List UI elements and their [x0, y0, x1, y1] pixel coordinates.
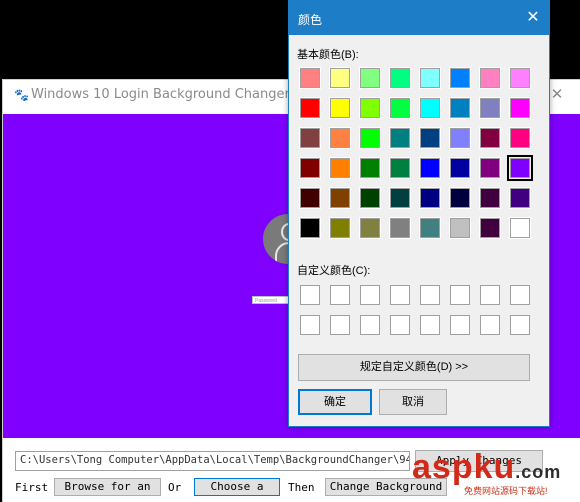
browse-image-button[interactable]: Browse for an [54, 478, 161, 496]
custom-color-swatch[interactable] [420, 285, 440, 305]
color-swatch[interactable] [449, 217, 471, 239]
color-swatch[interactable] [389, 127, 411, 149]
color-swatch[interactable] [389, 67, 411, 89]
custom-color-swatch[interactable] [420, 315, 440, 335]
color-swatch[interactable] [329, 97, 351, 119]
custom-color-swatch[interactable] [300, 285, 320, 305]
app-title: Windows 10 Login Background Changer [31, 87, 290, 102]
close-icon[interactable]: ✕ [523, 8, 543, 28]
color-swatch[interactable] [299, 217, 321, 239]
color-swatch[interactable] [359, 187, 381, 209]
color-swatch[interactable] [419, 97, 441, 119]
or-label: Or [168, 481, 182, 494]
color-swatch[interactable] [479, 97, 501, 119]
basic-colors-label: 基本颜色(B): [297, 49, 359, 61]
color-swatch[interactable] [359, 127, 381, 149]
color-swatch[interactable] [299, 127, 321, 149]
color-swatch[interactable] [449, 67, 471, 89]
color-swatch[interactable] [389, 217, 411, 239]
first-label: First [15, 481, 49, 494]
color-swatch[interactable] [389, 157, 411, 179]
custom-color-swatch[interactable] [450, 315, 470, 335]
color-swatch[interactable] [419, 217, 441, 239]
color-swatch[interactable] [359, 157, 381, 179]
color-swatch[interactable] [299, 157, 321, 179]
image-path-field[interactable]: C:\Users\Tong Computer\AppData\Local\Tem… [15, 451, 410, 471]
color-swatch[interactable] [509, 67, 531, 89]
password-preview: Password [252, 296, 292, 304]
dialog-title: 颜色 [298, 13, 323, 27]
custom-color-swatch[interactable] [360, 315, 380, 335]
custom-color-swatch[interactable] [510, 285, 530, 305]
watermark-brand-text: aspku [412, 448, 516, 486]
cancel-button[interactable]: 取消 [379, 389, 447, 415]
custom-color-swatch[interactable] [450, 285, 470, 305]
color-swatch[interactable] [449, 97, 471, 119]
define-custom-colors-button[interactable]: 规定自定义颜色(D) >> [298, 354, 530, 381]
color-swatch[interactable] [329, 187, 351, 209]
color-swatch[interactable] [359, 97, 381, 119]
color-swatch[interactable] [509, 97, 531, 119]
dialog-titlebar: 颜色 ✕ [289, 1, 549, 35]
color-swatch[interactable] [359, 67, 381, 89]
paw-icon: 🐾 [14, 88, 29, 102]
site-watermark: aspku.com 免费网站源码下载站! [412, 448, 578, 498]
custom-color-swatch[interactable] [390, 315, 410, 335]
color-swatch[interactable] [299, 97, 321, 119]
custom-color-swatch[interactable] [330, 285, 350, 305]
custom-colors-label: 自定义颜色(C): [297, 265, 371, 277]
custom-color-swatch[interactable] [360, 285, 380, 305]
color-swatch[interactable] [359, 217, 381, 239]
color-swatch[interactable] [509, 187, 531, 209]
color-swatch[interactable] [299, 187, 321, 209]
color-dialog: 颜色 ✕ 基本颜色(B): 自定义颜色(C): 规定自定义颜色(D) >> 确定… [288, 0, 550, 427]
color-swatch[interactable] [389, 97, 411, 119]
color-swatch[interactable] [449, 187, 471, 209]
color-swatch[interactable] [329, 217, 351, 239]
color-swatch[interactable] [479, 187, 501, 209]
custom-color-swatch[interactable] [510, 315, 530, 335]
color-swatch[interactable] [329, 127, 351, 149]
choose-color-button[interactable]: Choose a [194, 478, 280, 496]
watermark-suffix: .com [515, 462, 562, 482]
color-swatch[interactable] [389, 187, 411, 209]
watermark-brand: aspku.com [412, 448, 561, 487]
color-swatch[interactable] [507, 155, 533, 181]
color-swatch[interactable] [299, 67, 321, 89]
then-label: Then [288, 481, 315, 494]
color-swatch[interactable] [329, 157, 351, 179]
color-swatch[interactable] [479, 217, 501, 239]
color-swatch[interactable] [419, 187, 441, 209]
custom-color-swatch[interactable] [390, 285, 410, 305]
color-swatch[interactable] [329, 67, 351, 89]
custom-color-swatch[interactable] [480, 285, 500, 305]
color-swatch[interactable] [479, 157, 501, 179]
color-swatch[interactable] [509, 127, 531, 149]
color-swatch[interactable] [419, 157, 441, 179]
custom-color-swatch[interactable] [480, 315, 500, 335]
color-swatch[interactable] [479, 67, 501, 89]
color-swatch[interactable] [419, 67, 441, 89]
color-swatch[interactable] [449, 127, 471, 149]
close-icon[interactable]: ✕ [548, 86, 566, 104]
color-swatch[interactable] [509, 217, 531, 239]
color-swatch[interactable] [449, 157, 471, 179]
watermark-tagline: 免费网站源码下载站! [464, 486, 548, 496]
ok-button[interactable]: 确定 [298, 389, 372, 415]
color-swatch[interactable] [479, 127, 501, 149]
custom-color-swatch[interactable] [330, 315, 350, 335]
custom-color-swatch[interactable] [300, 315, 320, 335]
color-swatch[interactable] [419, 127, 441, 149]
